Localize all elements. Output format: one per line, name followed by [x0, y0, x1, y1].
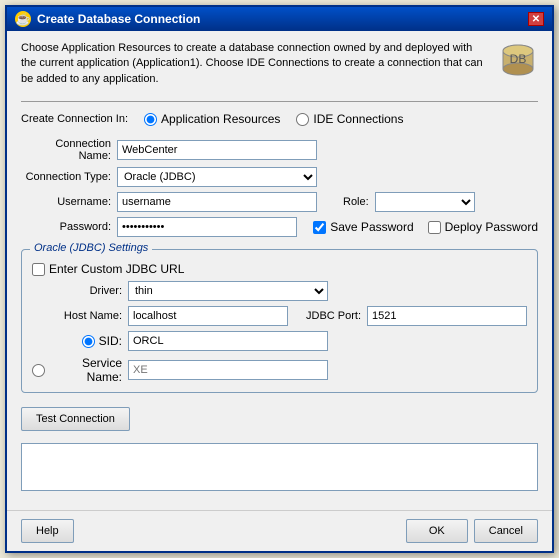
deploy-password-group: Deploy Password: [428, 220, 538, 234]
deploy-password-label[interactable]: Deploy Password: [445, 220, 538, 234]
dialog: ☕ Create Database Connection ✕ Choose Ap…: [5, 5, 554, 553]
create-connection-in-group: Create Connection In: Application Resour…: [21, 112, 538, 126]
connection-name-label: Connection Name:: [21, 138, 111, 162]
username-label: Username:: [21, 196, 111, 208]
main-form: Connection Name: Connection Type: Oracle…: [21, 138, 538, 237]
service-name-row: Service Name:: [32, 356, 527, 384]
host-label: Host Name:: [32, 310, 122, 322]
password-input[interactable]: [117, 217, 297, 237]
jdbc-port-input[interactable]: [367, 306, 527, 326]
connection-type-label: Connection Type:: [21, 171, 111, 183]
save-password-checkbox[interactable]: [313, 221, 326, 234]
connection-type-select[interactable]: Oracle (JDBC): [117, 167, 317, 187]
dialog-title: Create Database Connection: [37, 12, 200, 26]
jdbc-port-label: JDBC Port:: [306, 310, 361, 322]
title-bar: ☕ Create Database Connection ✕: [7, 7, 552, 31]
dialog-body: Choose Application Resources to create a…: [7, 31, 552, 510]
password-row: Password: Save Password Deploy Password: [21, 217, 538, 237]
save-password-label[interactable]: Save Password: [330, 220, 413, 234]
username-role-row: Username: Role: SYSDBA SYSOPER: [21, 192, 538, 212]
test-connection-button[interactable]: Test Connection: [21, 407, 130, 431]
connection-name-input[interactable]: [117, 140, 317, 160]
host-port-row: Host Name: JDBC Port:: [32, 306, 527, 326]
separator-top: [21, 101, 538, 102]
oracle-settings-content: Enter Custom JDBC URL Driver: thin oci k…: [32, 262, 527, 384]
intro-area: Choose Application Resources to create a…: [21, 41, 538, 87]
driver-select[interactable]: thin oci kprb: [128, 281, 328, 301]
custom-jdbc-checkbox[interactable]: [32, 263, 45, 276]
svg-text:DB: DB: [510, 52, 527, 66]
sid-input[interactable]: [128, 331, 328, 351]
test-connection-area: Test Connection: [21, 407, 538, 431]
service-name-radio[interactable]: [32, 364, 45, 377]
sid-row: SID:: [32, 331, 527, 351]
title-bar-left: ☕ Create Database Connection: [15, 11, 200, 27]
oracle-settings-title: Oracle (JDBC) Settings: [30, 242, 152, 254]
log-area: [21, 443, 538, 491]
radio-ide-connections[interactable]: IDE Connections: [296, 112, 403, 126]
custom-jdbc-row: Enter Custom JDBC URL: [32, 262, 527, 276]
radio-app-resources-input[interactable]: [144, 113, 157, 126]
oracle-settings-section: Oracle (JDBC) Settings Enter Custom JDBC…: [21, 249, 538, 393]
cancel-button[interactable]: Cancel: [474, 519, 538, 543]
ok-button[interactable]: OK: [406, 519, 468, 543]
footer-right: OK Cancel: [406, 519, 538, 543]
service-name-label[interactable]: Service Name:: [49, 356, 122, 384]
driver-label: Driver:: [32, 285, 122, 297]
deploy-password-checkbox[interactable]: [428, 221, 441, 234]
service-name-label-group: Service Name:: [32, 356, 122, 384]
sid-label-group: SID:: [32, 334, 122, 348]
driver-row: Driver: thin oci kprb: [32, 281, 527, 301]
connection-name-row: Connection Name:: [21, 138, 538, 162]
intro-text: Choose Application Resources to create a…: [21, 41, 488, 87]
password-label: Password:: [21, 221, 111, 233]
sid-label[interactable]: SID:: [99, 334, 122, 348]
role-label: Role:: [343, 196, 369, 208]
custom-jdbc-label[interactable]: Enter Custom JDBC URL: [49, 262, 184, 276]
role-select[interactable]: SYSDBA SYSOPER: [375, 192, 475, 212]
service-name-input[interactable]: [128, 360, 328, 380]
radio-app-resources[interactable]: Application Resources: [144, 112, 280, 126]
radio-ide-connections-input[interactable]: [296, 113, 309, 126]
help-button[interactable]: Help: [21, 519, 74, 543]
save-password-group: Save Password: [313, 220, 413, 234]
username-input[interactable]: [117, 192, 317, 212]
app-icon: ☕: [15, 11, 31, 27]
host-input[interactable]: [128, 306, 288, 326]
footer: Help OK Cancel: [7, 510, 552, 551]
connection-type-row: Connection Type: Oracle (JDBC): [21, 167, 538, 187]
create-connection-label: Create Connection In:: [21, 113, 128, 125]
sid-radio[interactable]: [82, 335, 95, 348]
close-button[interactable]: ✕: [528, 12, 544, 26]
db-icon: DB: [498, 41, 538, 81]
